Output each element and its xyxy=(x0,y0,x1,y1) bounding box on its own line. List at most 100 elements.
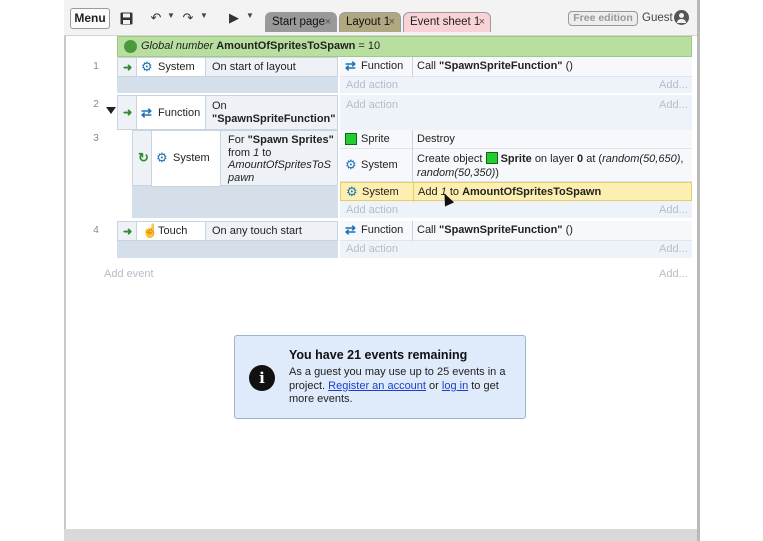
condition-row[interactable]: ➜ ⇄ Function On "SpawnSpriteFunction" xyxy=(117,95,338,130)
frame-bottom-bar xyxy=(64,529,700,541)
trigger-arrow-icon: ➜ xyxy=(123,62,133,74)
gear-icon: ⚙ xyxy=(141,59,153,74)
close-icon[interactable]: × xyxy=(389,13,395,32)
column-divider xyxy=(412,57,413,77)
sprite-icon xyxy=(485,152,498,164)
notice-title: You have 21 events remaining xyxy=(289,348,468,362)
function-icon: ⇄ xyxy=(345,58,356,73)
save-icon[interactable] xyxy=(118,10,134,26)
gear-icon: ⚙ xyxy=(156,150,168,165)
event-number: 4 xyxy=(93,225,99,236)
free-edition-badge[interactable]: Free edition xyxy=(568,11,638,26)
condition-object-name: System xyxy=(158,61,195,73)
event-4-condition-block[interactable]: ➜ ☝ Touch On any touch start xyxy=(117,221,338,258)
tab-event-sheet-1[interactable]: Event sheet 1 × xyxy=(403,12,491,32)
action-object-name: System xyxy=(361,159,398,171)
condition-object-cell[interactable]: ⇄ Function xyxy=(136,95,206,130)
action-row[interactable]: ⚙ System Create object Sprite on layer 0… xyxy=(340,149,692,182)
event-2-condition-block[interactable]: ➜ ⇄ Function On "SpawnSpriteFunction" xyxy=(117,95,338,130)
tab-label: Event sheet 1 xyxy=(410,16,481,28)
global-variable-value: = 10 xyxy=(358,40,381,52)
event-1-condition-block[interactable]: ➜ ⚙ System On start of layout xyxy=(117,57,338,93)
condition-object-cell[interactable]: ☝ Touch xyxy=(136,221,206,241)
condition-row[interactable]: ➜ ⚙ System On start of layout xyxy=(117,57,338,77)
trigger-arrow-icon: ➜ xyxy=(123,226,133,238)
event-2-action-block: Add action Add... xyxy=(340,95,692,130)
action-row-selected[interactable]: ⚙ System Add 1 to AmountOfSpritesToSpawn xyxy=(340,182,692,202)
action-text: Destroy xyxy=(417,133,455,145)
add-more-link[interactable]: Add... xyxy=(659,204,688,216)
action-text: Call "SpawnSpriteFunction" () xyxy=(417,60,573,72)
action-object-name: Sprite xyxy=(361,133,390,145)
condition-object-name: System xyxy=(173,152,210,164)
info-icon: i xyxy=(249,365,275,391)
add-action-link[interactable]: Add action xyxy=(346,243,398,255)
event-3-condition-block[interactable]: ↻ ⚙ System For "Spawn Sprites" from 1 to A… xyxy=(132,130,338,218)
touch-icon: ☝ xyxy=(142,223,159,238)
play-icon[interactable]: ▶ xyxy=(226,10,242,26)
condition-row[interactable]: ↻ ⚙ System For "Spawn Sprites" from 1 to A… xyxy=(132,130,338,187)
condition-object-cell[interactable]: ⚙ System xyxy=(136,57,206,77)
redo-dropdown-icon[interactable]: ▼ xyxy=(200,11,208,20)
close-icon[interactable]: × xyxy=(325,13,331,32)
column-divider xyxy=(412,149,413,182)
menu-button[interactable]: Menu xyxy=(70,8,110,29)
function-icon: ⇄ xyxy=(345,222,356,237)
frame-border-right xyxy=(697,0,700,541)
add-action-link[interactable]: Add action xyxy=(346,99,398,111)
condition-text: On any touch start xyxy=(212,225,302,237)
condition-object-name: Function xyxy=(158,107,201,119)
tab-start-page[interactable]: Start page × xyxy=(265,12,337,32)
action-text: Create object Sprite on layer 0 at (rand… xyxy=(417,152,684,179)
tab-label: Start page xyxy=(272,16,326,28)
tab-layout-1[interactable]: Layout 1 × xyxy=(339,12,401,32)
function-icon: ⇄ xyxy=(141,105,152,120)
condition-text: On start of layout xyxy=(212,61,296,73)
editor-frame: Menu ↶ ▼ ↷ ▼ ▶ ▼ Start page × Layout 1 ×… xyxy=(64,0,700,541)
play-dropdown-icon[interactable]: ▼ xyxy=(246,11,254,20)
events-remaining-notice: i You have 21 events remaining As a gues… xyxy=(234,335,526,419)
login-link[interactable]: log in xyxy=(442,380,468,392)
close-icon[interactable]: × xyxy=(479,13,485,32)
register-link[interactable]: Register an account xyxy=(328,380,426,392)
redo-icon[interactable]: ↷ xyxy=(180,10,196,26)
condition-object-cell[interactable]: ⚙ System xyxy=(151,130,221,187)
add-action-link[interactable]: Add action xyxy=(346,79,398,91)
add-action-link[interactable]: Add action xyxy=(346,204,398,216)
column-divider xyxy=(412,221,413,241)
add-more-link[interactable]: Add... xyxy=(659,79,688,91)
action-row[interactable]: ⇄ Function Call "SpawnSpriteFunction" () xyxy=(340,221,692,241)
condition-object-name: Touch xyxy=(158,225,188,237)
add-more-link[interactable]: Add... xyxy=(659,99,688,111)
condition-text-line1: On xyxy=(212,100,227,112)
gear-icon: ⚙ xyxy=(346,184,358,199)
notice-body: As a guest you may use up to 25 events i… xyxy=(289,366,506,405)
condition-row[interactable]: ➜ ☝ Touch On any touch start xyxy=(117,221,338,241)
action-object-name: Function xyxy=(361,224,404,236)
event-number: 2 xyxy=(93,99,99,110)
event-number: 1 xyxy=(93,61,99,72)
user-icon[interactable] xyxy=(674,10,689,25)
action-row[interactable]: Sprite Destroy xyxy=(340,130,692,149)
frame-border-left xyxy=(64,0,66,541)
column-divider xyxy=(413,183,414,202)
add-more-link[interactable]: Add... xyxy=(659,243,688,255)
global-variable-type: Global number xyxy=(141,40,214,52)
global-variable-text: Global number AmountOfSpritesToSpawn = 1… xyxy=(141,37,380,56)
loop-icon: ↻ xyxy=(138,150,149,165)
event-1-action-block: ⇄ Function Call "SpawnSpriteFunction" ()… xyxy=(340,57,692,93)
collapse-icon[interactable] xyxy=(106,107,116,114)
condition-text-line2: "SpawnSpriteFunction" xyxy=(212,113,336,125)
global-variable-row[interactable]: Global number AmountOfSpritesToSpawn = 1… xyxy=(117,36,692,57)
gear-icon: ⚙ xyxy=(345,157,357,172)
event-number: 3 xyxy=(93,133,99,144)
guest-label[interactable]: Guest xyxy=(642,12,673,24)
condition-text: For "Spawn Sprites" from 1 to AmountOfSpri… xyxy=(228,134,334,184)
add-event-more-link[interactable]: Add... xyxy=(659,268,688,280)
action-row[interactable]: ⇄ Function Call "SpawnSpriteFunction" () xyxy=(340,57,692,77)
undo-dropdown-icon[interactable]: ▼ xyxy=(167,11,175,20)
action-object-name: System xyxy=(362,186,399,198)
add-event-link[interactable]: Add event xyxy=(104,268,154,280)
sprite-icon xyxy=(345,133,357,145)
undo-icon[interactable]: ↶ xyxy=(148,10,164,26)
